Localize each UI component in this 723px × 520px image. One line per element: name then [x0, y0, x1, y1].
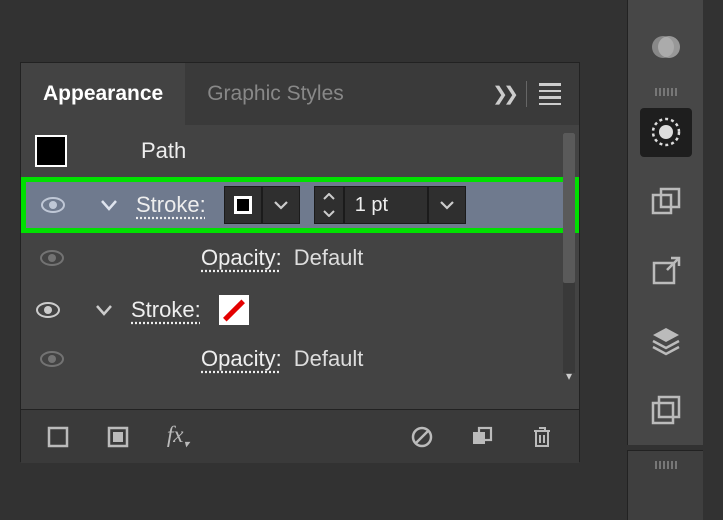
appearance-panel: Appearance Graphic Styles ❯❯ ▴ ▾ Path	[20, 62, 580, 462]
path-thumbnail	[35, 135, 67, 167]
stroke-color-well[interactable]	[224, 186, 262, 224]
add-effect-button[interactable]: fx▾	[165, 424, 191, 450]
new-stroke-icon[interactable]	[45, 424, 71, 450]
dock-transform-icon[interactable]	[640, 177, 692, 227]
dock-grip[interactable]	[655, 461, 677, 469]
panel-menu-icon[interactable]	[539, 83, 561, 105]
dock-artboards-icon[interactable]	[640, 386, 692, 436]
stroke-row[interactable]: Stroke:	[21, 283, 579, 337]
panel-footer: fx▾	[21, 409, 579, 463]
stroke-weight-stepper[interactable]	[314, 186, 344, 224]
stroke-color-dropdown[interactable]	[262, 186, 300, 224]
tab-appearance[interactable]: Appearance	[21, 63, 185, 125]
panel-body: ▴ ▾ Path Stroke: 1 pt	[21, 125, 579, 463]
disclosure-toggle[interactable]	[100, 199, 118, 211]
dock-appearance-icon[interactable]	[640, 108, 692, 158]
dock-color-icon[interactable]	[640, 22, 692, 72]
opacity-row[interactable]: Opacity: Default	[21, 233, 579, 283]
clear-appearance-icon[interactable]	[409, 424, 435, 450]
tab-graphic-styles[interactable]: Graphic Styles	[185, 63, 366, 125]
visibility-toggle[interactable]	[40, 197, 66, 213]
visibility-toggle[interactable]	[39, 351, 65, 367]
dock-grip[interactable]	[655, 88, 677, 96]
visibility-toggle[interactable]	[35, 302, 61, 318]
opacity-value: Default	[294, 245, 364, 271]
stroke-weight-field[interactable]: 1 pt	[344, 186, 428, 224]
dock-export-icon[interactable]	[640, 247, 692, 297]
opacity-label[interactable]: Opacity:	[201, 346, 282, 372]
right-dock	[627, 0, 703, 445]
visibility-toggle[interactable]	[39, 250, 65, 266]
opacity-value: Default	[294, 346, 364, 372]
stroke-weight-dropdown[interactable]	[428, 186, 466, 224]
stroke-label[interactable]: Stroke:	[136, 192, 206, 218]
right-dock-lower	[627, 450, 703, 520]
opacity-label[interactable]: Opacity:	[201, 245, 282, 271]
stroke-row-selected[interactable]: Stroke: 1 pt	[21, 177, 579, 233]
new-fill-icon[interactable]	[105, 424, 131, 450]
stroke-none-swatch[interactable]	[219, 295, 249, 325]
divider	[526, 81, 527, 107]
disclosure-toggle[interactable]	[95, 304, 113, 316]
duplicate-item-icon[interactable]	[469, 424, 495, 450]
panel-tabs: Appearance Graphic Styles ❯❯	[21, 63, 579, 125]
delete-item-icon[interactable]	[529, 424, 555, 450]
opacity-row[interactable]: Opacity: Default	[21, 337, 579, 381]
stroke-label[interactable]: Stroke:	[131, 297, 201, 323]
collapse-panel-icon[interactable]: ❯❯	[492, 83, 514, 106]
dock-layers-icon[interactable]	[640, 316, 692, 366]
path-label: Path	[141, 138, 186, 164]
path-row[interactable]: Path	[21, 125, 579, 177]
